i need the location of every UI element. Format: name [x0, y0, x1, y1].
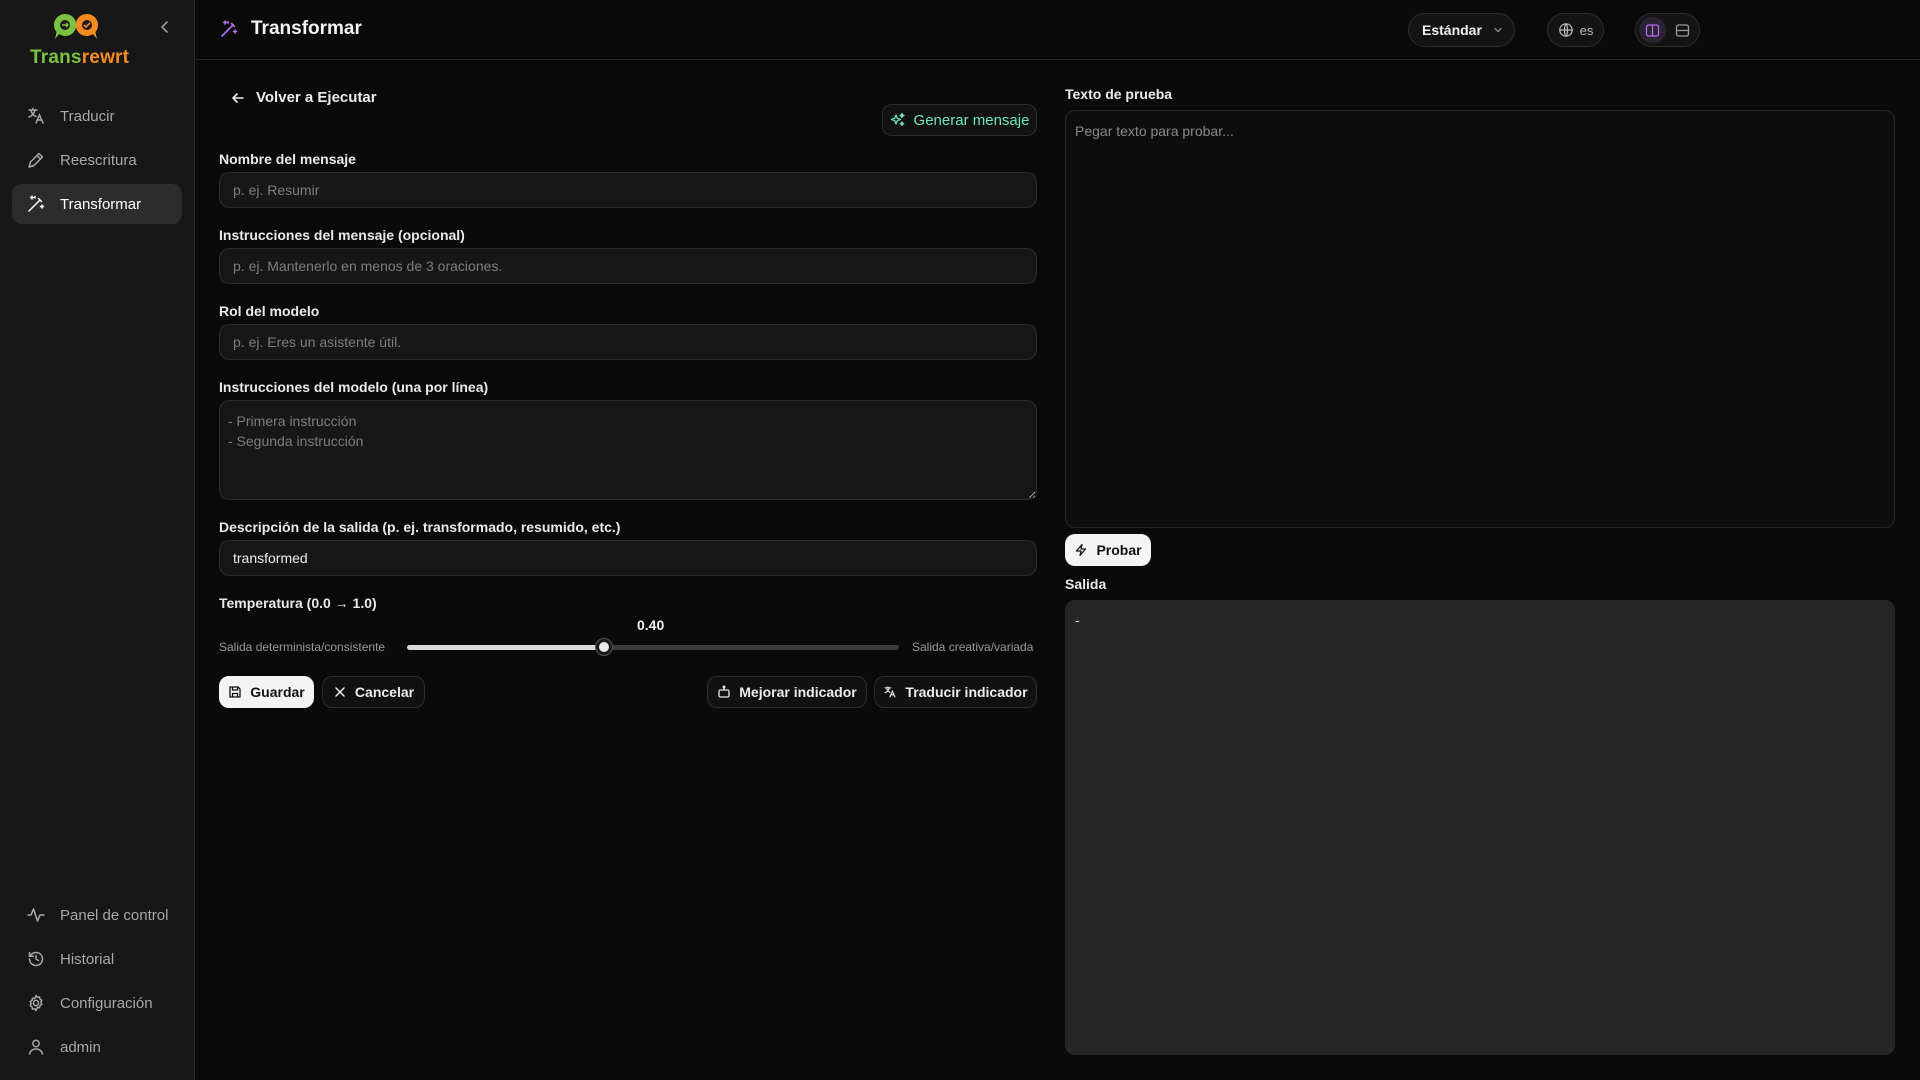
- page-title: Transformar: [219, 18, 362, 40]
- generate-message-label: Generar mensaje: [913, 111, 1030, 129]
- close-icon: [335, 687, 345, 697]
- app-name-part1: Trans: [30, 47, 82, 68]
- magic-wand-icon: [221, 20, 238, 37]
- sidebar-item-label: Transformar: [60, 195, 142, 213]
- temperature-slider-thumb[interactable]: [595, 639, 612, 655]
- collapse-sidebar-button[interactable]: [156, 18, 174, 36]
- generate-message-button[interactable]: Generar mensaje: [882, 104, 1037, 136]
- sidebar-item-transformar[interactable]: Transformar: [12, 184, 182, 224]
- message-name-input[interactable]: [219, 172, 1037, 208]
- translate-icon: [884, 686, 896, 698]
- gear-icon: [29, 994, 43, 1012]
- model-role-input[interactable]: [219, 324, 1037, 360]
- zap-icon: [1076, 543, 1087, 557]
- sidebar-item-admin[interactable]: admin: [12, 1027, 182, 1067]
- temperature-label: Temperatura (0.0 → 1.0): [219, 595, 377, 611]
- layout-rows-button[interactable]: [1669, 17, 1696, 43]
- translate-icon: [28, 107, 44, 124]
- globe-icon: [1558, 23, 1573, 37]
- sparkles-icon: [890, 112, 905, 127]
- sidebar-item-configuracion[interactable]: Configuración: [12, 983, 182, 1023]
- sidebar-item-historial[interactable]: Historial: [12, 939, 182, 979]
- translate-prompt-label: Traducir indicador: [905, 684, 1028, 700]
- output-description-input[interactable]: [219, 540, 1037, 576]
- save-button[interactable]: Guardar: [219, 676, 314, 708]
- sidebar-item-label: admin: [60, 1038, 101, 1056]
- rows-icon: [1675, 23, 1690, 37]
- output-label: Salida: [1065, 576, 1107, 592]
- sidebar-item-label: Historial: [60, 950, 115, 968]
- improve-prompt-button[interactable]: Mejorar indicador: [707, 676, 867, 708]
- output-box: -: [1065, 600, 1895, 1055]
- temperature-slider-fill: [407, 645, 604, 650]
- temperature-max-label: Salida creativa/variada: [912, 640, 1034, 654]
- translate-prompt-button[interactable]: Traducir indicador: [874, 676, 1037, 708]
- app-name-part2: rewrt: [81, 47, 130, 68]
- app-name: Transrewrt: [30, 47, 129, 69]
- temperature-slider[interactable]: [407, 639, 899, 655]
- logo-icon: [53, 13, 99, 39]
- mode-select-value: Estándar: [1422, 22, 1482, 38]
- model-instructions-textarea[interactable]: [219, 400, 1037, 500]
- save-icon: [229, 686, 241, 698]
- cancel-button[interactable]: Cancelar: [322, 676, 425, 708]
- run-test-button[interactable]: Probar: [1065, 534, 1151, 566]
- activity-icon: [27, 908, 45, 922]
- layout-toggle: [1635, 13, 1700, 47]
- test-text-input[interactable]: [1065, 110, 1895, 528]
- sidebar-item-panel-de-control[interactable]: Panel de control: [12, 895, 182, 935]
- language-label: es: [1579, 22, 1594, 38]
- sidebar-item-traducir[interactable]: Traducir: [12, 96, 182, 136]
- cancel-button-label: Cancelar: [354, 684, 415, 700]
- mode-select[interactable]: Estándar: [1408, 13, 1515, 47]
- message-instructions-input[interactable]: [219, 248, 1037, 284]
- temperature-min-label: Salida determinista/consistente: [219, 640, 386, 654]
- output-text: -: [1075, 612, 1080, 628]
- columns-icon: [1645, 23, 1660, 37]
- magic-wand-icon: [28, 195, 45, 212]
- message-instructions-label: Instrucciones del mensaje (opcional): [219, 227, 465, 243]
- sidebar-item-label: Traducir: [60, 107, 115, 125]
- arrow-left-icon: [232, 92, 244, 103]
- output-description-label: Descripción de la salida (p. ej. transfo…: [219, 519, 621, 535]
- chevron-left-icon: [160, 21, 168, 33]
- sidebar-item-reescritura[interactable]: Reescritura: [12, 140, 182, 180]
- model-instructions-label: Instrucciones del modelo (una por línea): [219, 379, 489, 395]
- improve-prompt-label: Mejorar indicador: [739, 684, 857, 700]
- history-icon: [28, 951, 44, 967]
- sidebar: Transrewrt Traducir Reescritura Transfor…: [0, 0, 195, 1080]
- run-test-label: Probar: [1096, 542, 1142, 558]
- model-role-label: Rol del modelo: [219, 303, 320, 319]
- temperature-value: 0.40: [637, 617, 665, 633]
- robot-icon: [718, 685, 730, 698]
- layout-columns-button[interactable]: [1639, 17, 1666, 43]
- language-button[interactable]: es: [1547, 13, 1604, 47]
- sidebar-item-label: Panel de control: [60, 906, 169, 924]
- back-link[interactable]: Volver a Ejecutar: [230, 89, 377, 106]
- sidebar-item-label: Reescritura: [60, 151, 137, 169]
- back-link-label: Volver a Ejecutar: [256, 89, 377, 106]
- app-logo[interactable]: Transrewrt: [30, 12, 140, 72]
- test-text-label: Texto de prueba: [1065, 86, 1173, 102]
- chevron-down-icon: [1494, 27, 1502, 33]
- pen-icon: [28, 152, 44, 168]
- message-name-label: Nombre del mensaje: [219, 151, 356, 167]
- sidebar-item-label: Configuración: [60, 994, 153, 1012]
- user-icon: [28, 1039, 44, 1055]
- save-button-label: Guardar: [250, 684, 305, 700]
- page-title-text: Transformar: [251, 18, 362, 39]
